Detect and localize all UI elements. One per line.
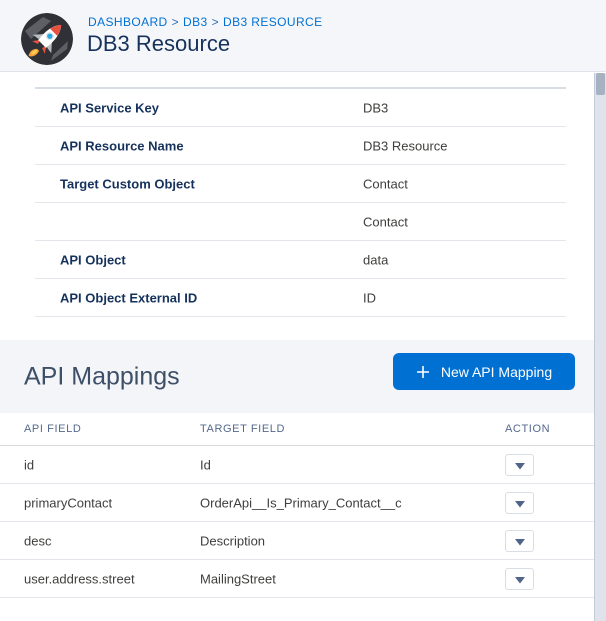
detail-row: API Object External ID ID [35, 279, 566, 317]
detail-label: API Object External ID [60, 290, 198, 305]
detail-value: ID [363, 290, 376, 305]
breadcrumb: DASHBOARD > DB3 > DB3 RESOURCE [88, 15, 323, 29]
detail-row: API Resource Name DB3 Resource [35, 127, 566, 165]
api-field-cell: primaryContact [24, 495, 113, 510]
breadcrumb-separator: > [211, 15, 220, 29]
mapping-table-row: user.address.street MailingStreet [0, 560, 594, 598]
rocket-avatar-icon [21, 13, 73, 65]
detail-value: DB3 [363, 100, 389, 115]
page-title: DB3 Resource [87, 31, 231, 56]
scrollbar-thumb[interactable] [596, 73, 605, 95]
table-header-row: API FIELD TARGET FIELD ACTION [0, 413, 594, 446]
page-header: DASHBOARD > DB3 > DB3 RESOURCE DB3 Resource [0, 0, 606, 72]
detail-value: data [363, 252, 389, 267]
dropdown-triangle-icon [514, 534, 525, 549]
mapping-table-row: desc Description [0, 522, 594, 560]
row-action-dropdown-button[interactable] [505, 454, 534, 476]
plus-icon [416, 365, 430, 379]
dropdown-triangle-icon [514, 458, 525, 473]
row-action-dropdown-button[interactable] [505, 492, 534, 514]
vertical-scrollbar[interactable] [594, 73, 606, 621]
dropdown-triangle-icon [514, 572, 525, 587]
detail-row: API Object data [35, 241, 566, 279]
detail-row: Contact [35, 203, 566, 241]
detail-value: DB3 Resource [363, 138, 448, 153]
target-field-cell: Description [200, 533, 266, 548]
column-header-api-field: API FIELD [24, 423, 82, 435]
detail-rows-container: API Service Key DB3 API Resource Name DB… [0, 89, 594, 317]
target-field-cell: Id [200, 457, 211, 472]
api-mappings-section: API Mappings New API Mapping [0, 340, 594, 413]
breadcrumb-separator: > [171, 15, 180, 29]
api-field-cell: id [24, 457, 35, 472]
breadcrumb-dashboard-link[interactable]: DASHBOARD [88, 15, 168, 29]
column-header-target-field: TARGET FIELD [200, 423, 286, 435]
column-header-action: ACTION [505, 423, 551, 435]
db3-resource-page: DASHBOARD > DB3 > DB3 RESOURCE DB3 Resource … [0, 0, 606, 621]
detail-label: API Object [60, 252, 126, 267]
detail-label: Target Custom Object [60, 176, 195, 191]
row-action-dropdown-button[interactable] [505, 530, 534, 552]
resource-details: API Service Key DB3 API Resource Name DB… [0, 72, 594, 317]
new-api-mapping-button[interactable]: New API Mapping [393, 353, 575, 390]
detail-row: API Service Key DB3 [35, 89, 566, 127]
detail-label: API Service Key [60, 100, 160, 115]
new-api-mapping-label: New API Mapping [440, 363, 553, 380]
detail-label: API Resource Name [60, 138, 184, 153]
mapping-rows-container: id Id primaryContact OrderApi__Is_Primar… [0, 446, 594, 598]
api-field-cell: desc [24, 533, 52, 548]
breadcrumb-current[interactable]: DB3 RESOURCE [223, 15, 323, 29]
detail-value: Contact [363, 176, 408, 191]
target-field-cell: MailingStreet [200, 571, 276, 586]
mapping-table-row: primaryContact OrderApi__Is_Primary_Cont… [0, 484, 594, 522]
breadcrumb-db3-link[interactable]: DB3 [183, 15, 208, 29]
api-mappings-table: API FIELD TARGET FIELD ACTION id Id prim… [0, 413, 594, 598]
section-title: API Mappings [24, 362, 180, 390]
detail-row: Target Custom Object Contact [35, 165, 566, 203]
target-field-cell: OrderApi__Is_Primary_Contact__c [200, 495, 402, 510]
api-field-cell: user.address.street [24, 571, 135, 586]
detail-value: Contact [363, 214, 408, 229]
mapping-table-row: id Id [0, 446, 594, 484]
dropdown-triangle-icon [514, 496, 525, 511]
row-action-dropdown-button[interactable] [505, 568, 534, 590]
